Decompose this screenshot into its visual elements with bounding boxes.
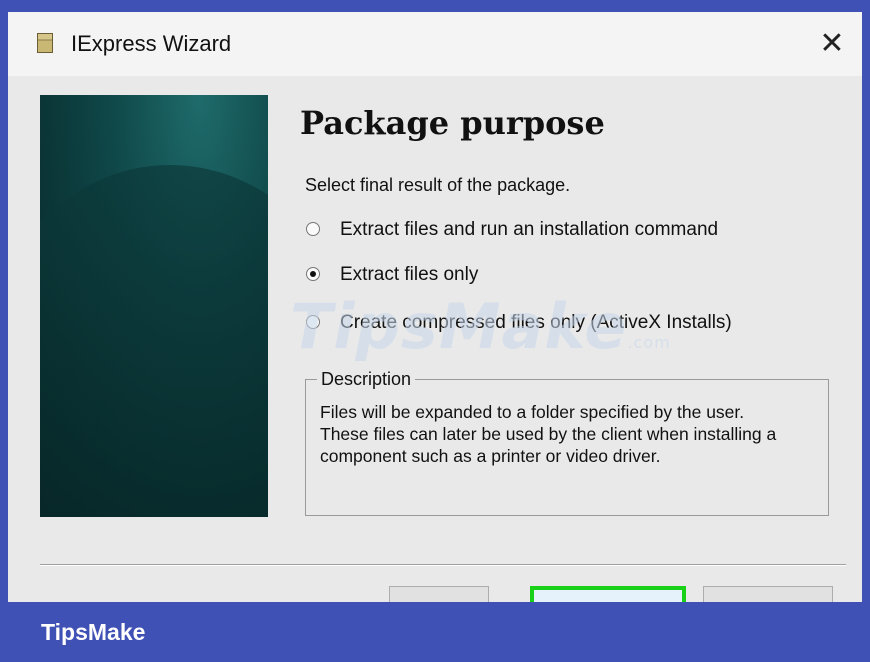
description-text: Files will be expanded to a folder speci… <box>320 402 777 466</box>
close-button[interactable]: ✕ <box>814 26 850 62</box>
footer-brand: TipsMake <box>41 619 146 645</box>
title-bar: IExpress Wizard ✕ <box>8 12 862 76</box>
footer-bar: TipsMake <box>0 602 870 662</box>
page-heading: Package purpose <box>300 104 605 142</box>
watermark-suffix: .com <box>627 333 671 352</box>
radio-selected-dot <box>310 271 316 277</box>
page-prompt: Select final result of the package. <box>305 175 571 195</box>
banner-decoration <box>40 165 268 517</box>
back-button[interactable] <box>389 586 489 602</box>
tipsmake-watermark: TipsMake.com <box>290 290 671 363</box>
radio-button[interactable] <box>306 222 320 236</box>
option-label[interactable]: Extract files and run an installation co… <box>340 219 718 241</box>
wizard-side-banner <box>40 95 268 517</box>
option-label[interactable]: Extract files only <box>340 264 478 286</box>
radio-button-selected[interactable] <box>306 267 320 281</box>
cancel-button[interactable] <box>703 586 833 602</box>
description-legend: Description <box>317 369 416 390</box>
iexpress-app-icon <box>37 33 53 53</box>
footer-separator <box>40 564 846 566</box>
watermark-main: TipsMake <box>290 290 628 363</box>
next-button[interactable] <box>530 586 686 602</box>
window-title: IExpress Wizard <box>71 31 232 56</box>
